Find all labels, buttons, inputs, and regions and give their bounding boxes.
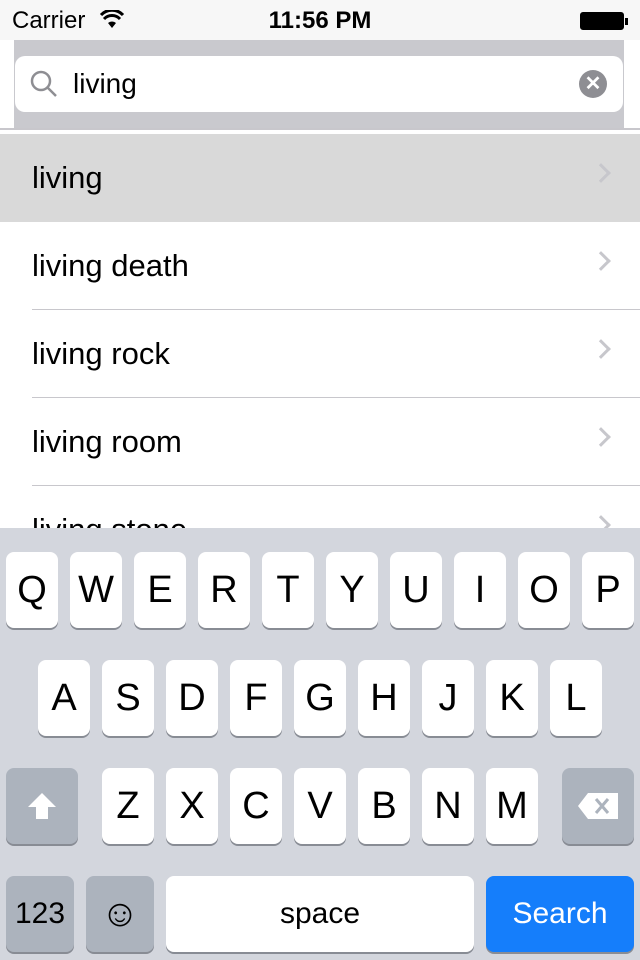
backspace-key[interactable] [562, 768, 634, 844]
list-item[interactable]: living room [0, 398, 640, 486]
key-l[interactable]: L [550, 660, 602, 736]
battery-icon [580, 12, 628, 30]
key-x[interactable]: X [166, 768, 218, 844]
key-n[interactable]: N [422, 768, 474, 844]
chevron-right-icon [591, 251, 611, 271]
key-w[interactable]: W [70, 552, 122, 628]
item-label: living rock [32, 336, 170, 371]
list-item[interactable]: living rock [0, 310, 640, 398]
key-r[interactable]: R [198, 552, 250, 628]
item-label: living room [32, 424, 182, 459]
keyboard: 123 ☺ space Search QWERTYUIOP ASDFGHJKL ZX… [0, 528, 640, 960]
key-d[interactable]: D [166, 660, 218, 736]
key-j[interactable]: J [422, 660, 474, 736]
key-o[interactable]: O [518, 552, 570, 628]
divider [0, 128, 640, 130]
search-input[interactable]: living ✕ [15, 56, 623, 112]
key-u[interactable]: U [390, 552, 442, 628]
key-y[interactable]: Y [326, 552, 378, 628]
item-label: living [32, 160, 103, 195]
shift-icon [28, 793, 56, 819]
key-h[interactable]: H [358, 660, 410, 736]
key-z[interactable]: Z [102, 768, 154, 844]
key-v[interactable]: V [294, 768, 346, 844]
list-item[interactable]: living death [0, 222, 640, 310]
list-item[interactable]: living [0, 134, 640, 222]
search-query: living [73, 68, 137, 99]
emoji-key[interactable]: ☺ [86, 876, 154, 952]
numbers-key[interactable]: 123 [6, 876, 74, 952]
clear-icon[interactable]: ✕ [579, 70, 607, 98]
clock: 11:56 PM [268, 7, 372, 34]
key-e[interactable]: E [134, 552, 186, 628]
space-key[interactable]: space [166, 876, 474, 952]
results-list: living living death living rock living r… [0, 134, 640, 574]
key-s[interactable]: S [102, 660, 154, 736]
key-f[interactable]: F [230, 660, 282, 736]
chevron-right-icon [591, 427, 611, 447]
emoji-icon: ☺ [100, 893, 140, 935]
key-b[interactable]: B [358, 768, 410, 844]
chevron-right-icon [591, 339, 611, 359]
key-g[interactable]: G [294, 660, 346, 736]
key-t[interactable]: T [262, 552, 314, 628]
shift-key[interactable] [6, 768, 78, 844]
search-icon [30, 70, 57, 97]
key-p[interactable]: P [582, 552, 634, 628]
search-bar: living ✕ [14, 40, 624, 128]
key-c[interactable]: C [230, 768, 282, 844]
chevron-right-icon [591, 163, 611, 183]
search-key[interactable]: Search [486, 876, 634, 952]
status-bar: Carrier 11:56 PM [0, 0, 640, 40]
key-k[interactable]: K [486, 660, 538, 736]
backspace-icon [578, 793, 618, 819]
key-i[interactable]: I [454, 552, 506, 628]
item-label: living death [32, 248, 189, 283]
key-q[interactable]: Q [6, 552, 58, 628]
key-m[interactable]: M [486, 768, 538, 844]
key-a[interactable]: A [38, 660, 90, 736]
